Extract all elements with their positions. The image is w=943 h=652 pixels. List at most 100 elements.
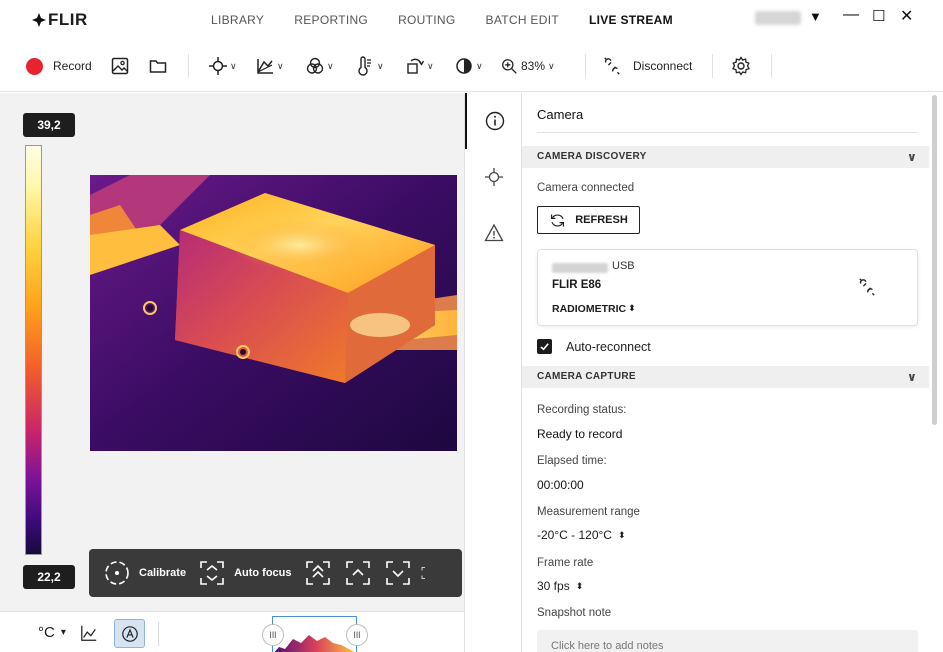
chevron-down-icon: ∨ [906, 370, 917, 384]
tab-library[interactable]: LIBRARY [196, 0, 279, 40]
rail-alarms-tab[interactable] [465, 205, 522, 261]
settings-button[interactable] [731, 40, 751, 92]
disconnect-button[interactable]: Disconnect [603, 40, 692, 92]
recording-status-value: Ready to record [537, 427, 623, 441]
elapsed-time-label: Elapsed time: [537, 455, 607, 467]
recording-status-label: Recording status: [537, 404, 627, 416]
main-nav: LIBRARY REPORTING ROUTING BATCH EDIT LIV… [196, 0, 688, 40]
rail-measurement-tab[interactable] [465, 149, 522, 205]
zoom-level: 83% [521, 59, 546, 73]
auto-reconnect-label: Auto-reconnect [566, 340, 651, 354]
focus-far-icon [305, 561, 330, 585]
image-icon [111, 57, 129, 75]
chevron-down-icon: ∨ [377, 60, 384, 71]
close-icon[interactable]: ✕ [900, 6, 913, 26]
panel-scrollbar[interactable] [929, 93, 943, 652]
chevron-down-icon: ▾ [60, 627, 66, 638]
focus-near-button[interactable] [418, 559, 432, 587]
contrast-button[interactable]: ∨ [454, 40, 483, 92]
open-folder-button[interactable] [148, 40, 168, 92]
camera-controls-bar: Calibrate Auto focus [89, 549, 462, 597]
histogram-min-handle[interactable]: ǀǀǀ [262, 624, 284, 646]
record-button[interactable]: Record [26, 40, 92, 92]
radiometric-mode-select[interactable]: RADIOMETRIC ⬍ [552, 303, 636, 315]
camera-serial-redacted [552, 263, 608, 273]
title-bar: FLIR LIBRARY REPORTING ROUTING BATCH EDI… [0, 0, 943, 40]
chevron-down-icon: ∨ [476, 60, 483, 71]
focus-down-button[interactable] [378, 559, 418, 587]
color-mode-button[interactable]: ∨ [305, 40, 334, 92]
live-image-panel: 39,2 22,2 Calibrate Auto focus [0, 93, 464, 611]
camera-capture-title: CAMERA CAPTURE [537, 371, 636, 382]
refresh-button[interactable]: REFRESH [537, 206, 640, 234]
color-circles-icon [306, 57, 324, 74]
measurement-range-select[interactable]: -20°C - 120°C ⬍ [537, 528, 626, 542]
auto-scale-button[interactable] [114, 619, 145, 648]
rotate-icon [407, 58, 425, 74]
histogram-graphic [274, 635, 355, 652]
unit-selector[interactable]: °C ▾ [38, 624, 66, 641]
user-menu-caret-icon[interactable]: ▼ [809, 9, 822, 24]
snapshot-note-input[interactable]: Click here to add notes [537, 630, 918, 652]
palette-button[interactable]: ∨ [255, 40, 284, 92]
camera-capture-header[interactable]: CAMERA CAPTURE ∨ [522, 366, 929, 388]
camera-card[interactable]: USB FLIR E86 RADIOMETRIC ⬍ [537, 249, 918, 326]
record-label: Record [53, 59, 92, 73]
focus-far-button[interactable] [298, 559, 338, 587]
rotate-button[interactable]: ∨ [405, 40, 434, 92]
refresh-icon [551, 213, 565, 227]
camera-discovery-header[interactable]: CAMERA DISCOVERY ∨ [522, 146, 929, 168]
zoom-button[interactable]: 83% ∨ [501, 40, 555, 92]
connection-status: Camera connected [537, 182, 635, 194]
temperature-settings-button[interactable]: ∨ [355, 40, 384, 92]
thermal-image[interactable] [90, 175, 457, 451]
panel-title-divider [537, 132, 918, 133]
tab-batch-edit[interactable]: BATCH EDIT [471, 0, 574, 40]
thermal-image-graphic [90, 175, 457, 451]
sort-arrows-icon: ⬍ [575, 581, 584, 591]
mode-label: RADIOMETRIC [552, 303, 627, 315]
crosshair-icon [209, 57, 227, 75]
focus-down-icon [385, 561, 410, 585]
scrollbar-thumb[interactable] [932, 95, 937, 425]
focus-up-icon [345, 561, 370, 585]
scale-max-label[interactable]: 39,2 [23, 113, 75, 137]
tab-live-stream[interactable]: LIVE STREAM [574, 0, 688, 40]
scale-min-label[interactable]: 22,2 [23, 565, 75, 589]
toolbar-divider [188, 54, 189, 78]
image-bottom-bar: °C ▾ ǀǀǀ ǀǀǀ [0, 611, 464, 652]
rail-info-tab[interactable] [465, 93, 522, 149]
unit-label: °C [38, 624, 55, 641]
maximize-icon[interactable]: ☐ [872, 7, 885, 25]
line-chart-icon [81, 625, 97, 641]
connection-type: USB [612, 260, 635, 272]
logo-text: FLIR [48, 10, 88, 29]
tab-routing[interactable]: ROUTING [383, 0, 470, 40]
toolbar-divider [585, 54, 586, 78]
warning-icon [483, 223, 504, 242]
frame-rate-select[interactable]: 30 fps ⬍ [537, 579, 583, 593]
auto-focus-label: Auto focus [234, 567, 292, 579]
histogram-toggle-button[interactable] [80, 624, 98, 647]
auto-focus-button[interactable]: Auto focus [192, 559, 297, 587]
gear-icon [732, 56, 750, 76]
tab-reporting[interactable]: REPORTING [279, 0, 383, 40]
calibrate-button[interactable]: Calibrate [89, 559, 192, 587]
minimize-icon[interactable]: — [843, 6, 859, 24]
focus-up-button[interactable] [338, 559, 378, 587]
histogram[interactable] [272, 616, 357, 652]
auto-reconnect-checkbox[interactable] [537, 339, 552, 354]
temperature-scale-bar[interactable] [25, 145, 42, 555]
record-dot-icon [26, 57, 43, 75]
user-name-redacted[interactable] [755, 11, 801, 25]
histogram-max-handle[interactable]: ǀǀǀ [346, 624, 368, 646]
snapshot-button[interactable] [110, 40, 130, 92]
bottom-divider [158, 622, 159, 646]
measure-spot-button[interactable]: ∨ [208, 40, 237, 92]
auto-a-icon [121, 625, 138, 642]
refresh-label: REFRESH [575, 214, 628, 226]
calibrate-label: Calibrate [139, 567, 187, 579]
calibrate-icon [105, 561, 129, 585]
disconnect-camera-button[interactable] [858, 278, 876, 301]
disconnect-label: Disconnect [633, 59, 693, 73]
